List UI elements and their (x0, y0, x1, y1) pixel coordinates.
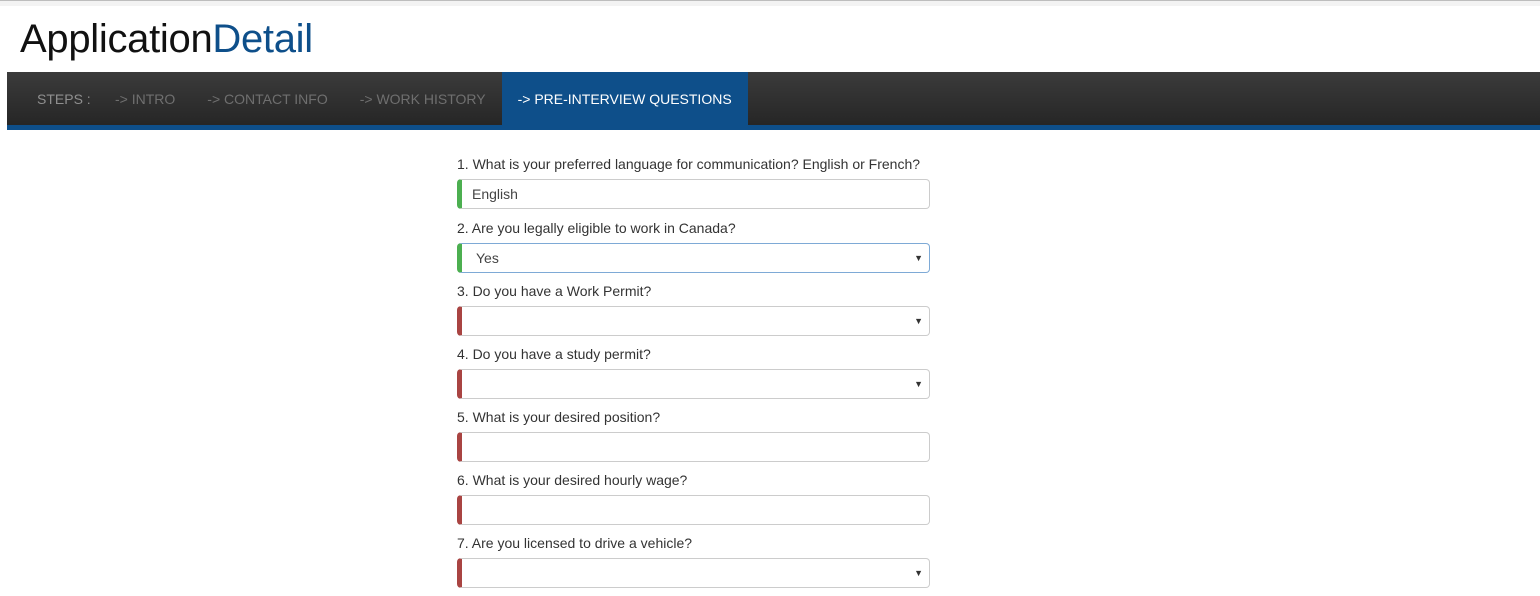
select-value: Yes (476, 250, 499, 266)
steps-label: STEPS : (37, 90, 91, 107)
step-contact-info[interactable]: -> CONTACT INFO (191, 72, 343, 125)
chevron-down-icon: ▼ (914, 253, 923, 263)
question-label: 4. Do you have a study permit? (457, 346, 651, 362)
pre-interview-form: 1. What is your preferred language for c… (457, 154, 930, 596)
desired-position-input[interactable] (457, 432, 930, 462)
page-title-part1: Application (20, 17, 213, 61)
eligible-canada-select[interactable]: Yes ▼ (457, 243, 930, 273)
question-label: 5. What is your desired position? (457, 409, 661, 425)
preferred-language-input[interactable]: English (457, 179, 930, 209)
step-pre-interview-questions[interactable]: -> PRE-INTERVIEW QUESTIONS (501, 72, 748, 125)
drivers-license-select[interactable]: ▼ (457, 558, 930, 588)
question-label: 1. What is your preferred language for c… (457, 156, 921, 172)
question-eligible-canada: 2. Are you legally eligible to work in C… (457, 218, 930, 273)
question-drivers-license: 7. Are you licensed to drive a vehicle? … (457, 533, 930, 588)
chevron-down-icon: ▼ (914, 316, 923, 326)
page-title-part2: Detail (212, 17, 313, 61)
question-label: 3. Do you have a Work Permit? (457, 283, 652, 299)
question-label: 7. Are you licensed to drive a vehicle? (457, 535, 693, 551)
question-work-permit: 3. Do you have a Work Permit? ▼ (457, 281, 930, 336)
question-preferred-language: 1. What is your preferred language for c… (457, 154, 930, 209)
browser-top-rule (0, 0, 1540, 6)
question-study-permit: 4. Do you have a study permit? ▼ (457, 344, 930, 399)
steps-nav: STEPS : -> INTRO -> CONTACT INFO -> WORK… (7, 72, 1540, 130)
question-label: 2. Are you legally eligible to work in C… (457, 220, 736, 236)
hourly-wage-input[interactable] (457, 495, 930, 525)
work-permit-select[interactable]: ▼ (457, 306, 930, 336)
chevron-down-icon: ▼ (914, 568, 923, 578)
study-permit-select[interactable]: ▼ (457, 369, 930, 399)
step-work-history[interactable]: -> WORK HISTORY (344, 72, 502, 125)
step-intro[interactable]: -> INTRO (107, 72, 191, 125)
page-title: ApplicationDetail (20, 16, 313, 62)
chevron-down-icon: ▼ (914, 379, 923, 389)
question-desired-position: 5. What is your desired position? (457, 407, 930, 462)
question-label: 6. What is your desired hourly wage? (457, 472, 688, 488)
input-value: English (472, 186, 518, 202)
question-hourly-wage: 6. What is your desired hourly wage? (457, 470, 930, 525)
